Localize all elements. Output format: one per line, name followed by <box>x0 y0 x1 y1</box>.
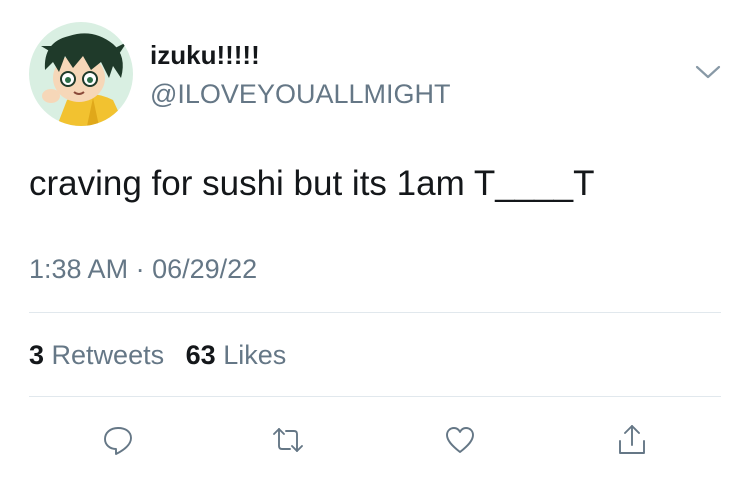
retweet-icon <box>273 428 303 452</box>
likes-stat[interactable]: 63 Likes <box>186 340 287 370</box>
retweets-count: 3 <box>29 340 45 370</box>
tweet-time: 1:38 AM <box>29 254 129 284</box>
likes-count: 63 <box>185 340 216 370</box>
tweet-text: craving for sushi but its 1am T____T <box>29 164 595 203</box>
likes-label: Likes <box>223 340 287 370</box>
chevron-down-icon[interactable] <box>694 62 722 82</box>
share-button[interactable] <box>612 420 652 460</box>
tweet-stats: 3 Retweets 63 Likes <box>29 340 300 371</box>
divider <box>29 312 721 313</box>
user-handle[interactable]: @ILOVEYOUALLMIGHT <box>150 79 450 110</box>
tweet-timestamp[interactable]: 1:38 AM · 06/29/22 <box>29 254 257 285</box>
reply-icon <box>104 427 132 455</box>
retweets-stat[interactable]: 3 Retweets <box>29 340 164 370</box>
display-name[interactable]: izuku!!!!! <box>150 40 260 71</box>
share-icon <box>619 425 645 454</box>
avatar[interactable] <box>29 22 133 126</box>
meta-separator: · <box>135 254 145 284</box>
action-bar <box>0 420 750 460</box>
tweet-date: 06/29/22 <box>152 254 258 284</box>
divider <box>29 396 721 397</box>
reply-button[interactable] <box>98 420 138 460</box>
retweets-label: Retweets <box>51 340 165 370</box>
retweet-button[interactable] <box>268 420 308 460</box>
heart-icon <box>446 427 474 453</box>
like-button[interactable] <box>440 420 480 460</box>
